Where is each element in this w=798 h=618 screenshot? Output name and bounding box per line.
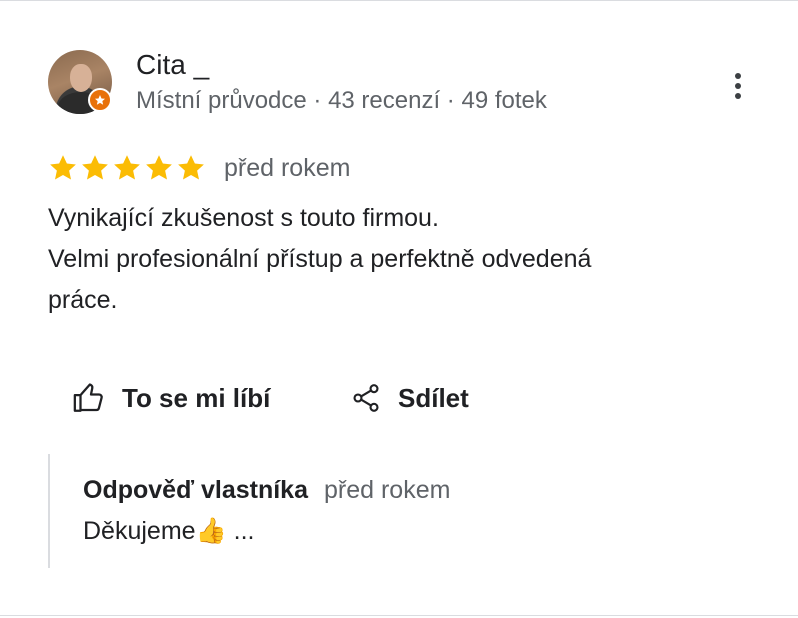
share-button[interactable]: Sdílet <box>350 376 469 420</box>
share-icon <box>353 384 379 412</box>
local-guide-star-icon <box>88 88 112 112</box>
review-date: před rokem <box>224 154 351 182</box>
author-name[interactable]: Cita _ <box>136 48 209 82</box>
owner-reply-date: před rokem <box>324 476 451 504</box>
review-text-line: Velmi profesionální přístup a perfektně … <box>48 245 592 273</box>
avatar-face <box>70 64 92 92</box>
star-glyph <box>95 95 105 105</box>
star-icon <box>82 155 108 180</box>
review-text: Vynikající zkušenost s touto firmou. Velm… <box>48 198 748 321</box>
thumb-up-icon <box>73 383 103 412</box>
like-label: To se mi líbí <box>122 382 271 413</box>
review-text-line: Vynikající zkušenost s touto firmou. <box>48 204 439 232</box>
star-icon <box>146 155 172 180</box>
owner-reply-label: Odpověď vlastníka <box>83 476 308 504</box>
share-label: Sdílet <box>398 382 469 413</box>
top-divider <box>0 0 798 1</box>
owner-reply: Odpověď vlastníka před rokem Děkujeme👍 ..… <box>48 454 750 568</box>
review-card: Cita _ Místní průvodce · 43 recenzí · 49… <box>0 0 798 618</box>
star-icon <box>50 155 76 180</box>
star-rating <box>48 153 206 183</box>
owner-reply-header: Odpověď vlastníka před rokem <box>83 474 450 506</box>
more-vert-icon <box>735 73 741 99</box>
more-options-button[interactable] <box>718 66 758 106</box>
review-text-line: práce. <box>48 286 118 314</box>
author-meta[interactable]: Místní průvodce · 43 recenzí · 49 fotek <box>136 86 547 116</box>
star-icon <box>114 155 140 180</box>
owner-reply-text[interactable]: Děkujeme👍 ... <box>83 514 254 548</box>
star-icon <box>178 155 204 180</box>
like-button[interactable]: To se mi líbí <box>72 376 270 420</box>
bottom-divider <box>0 615 798 616</box>
rating-row: před rokem <box>48 150 350 186</box>
